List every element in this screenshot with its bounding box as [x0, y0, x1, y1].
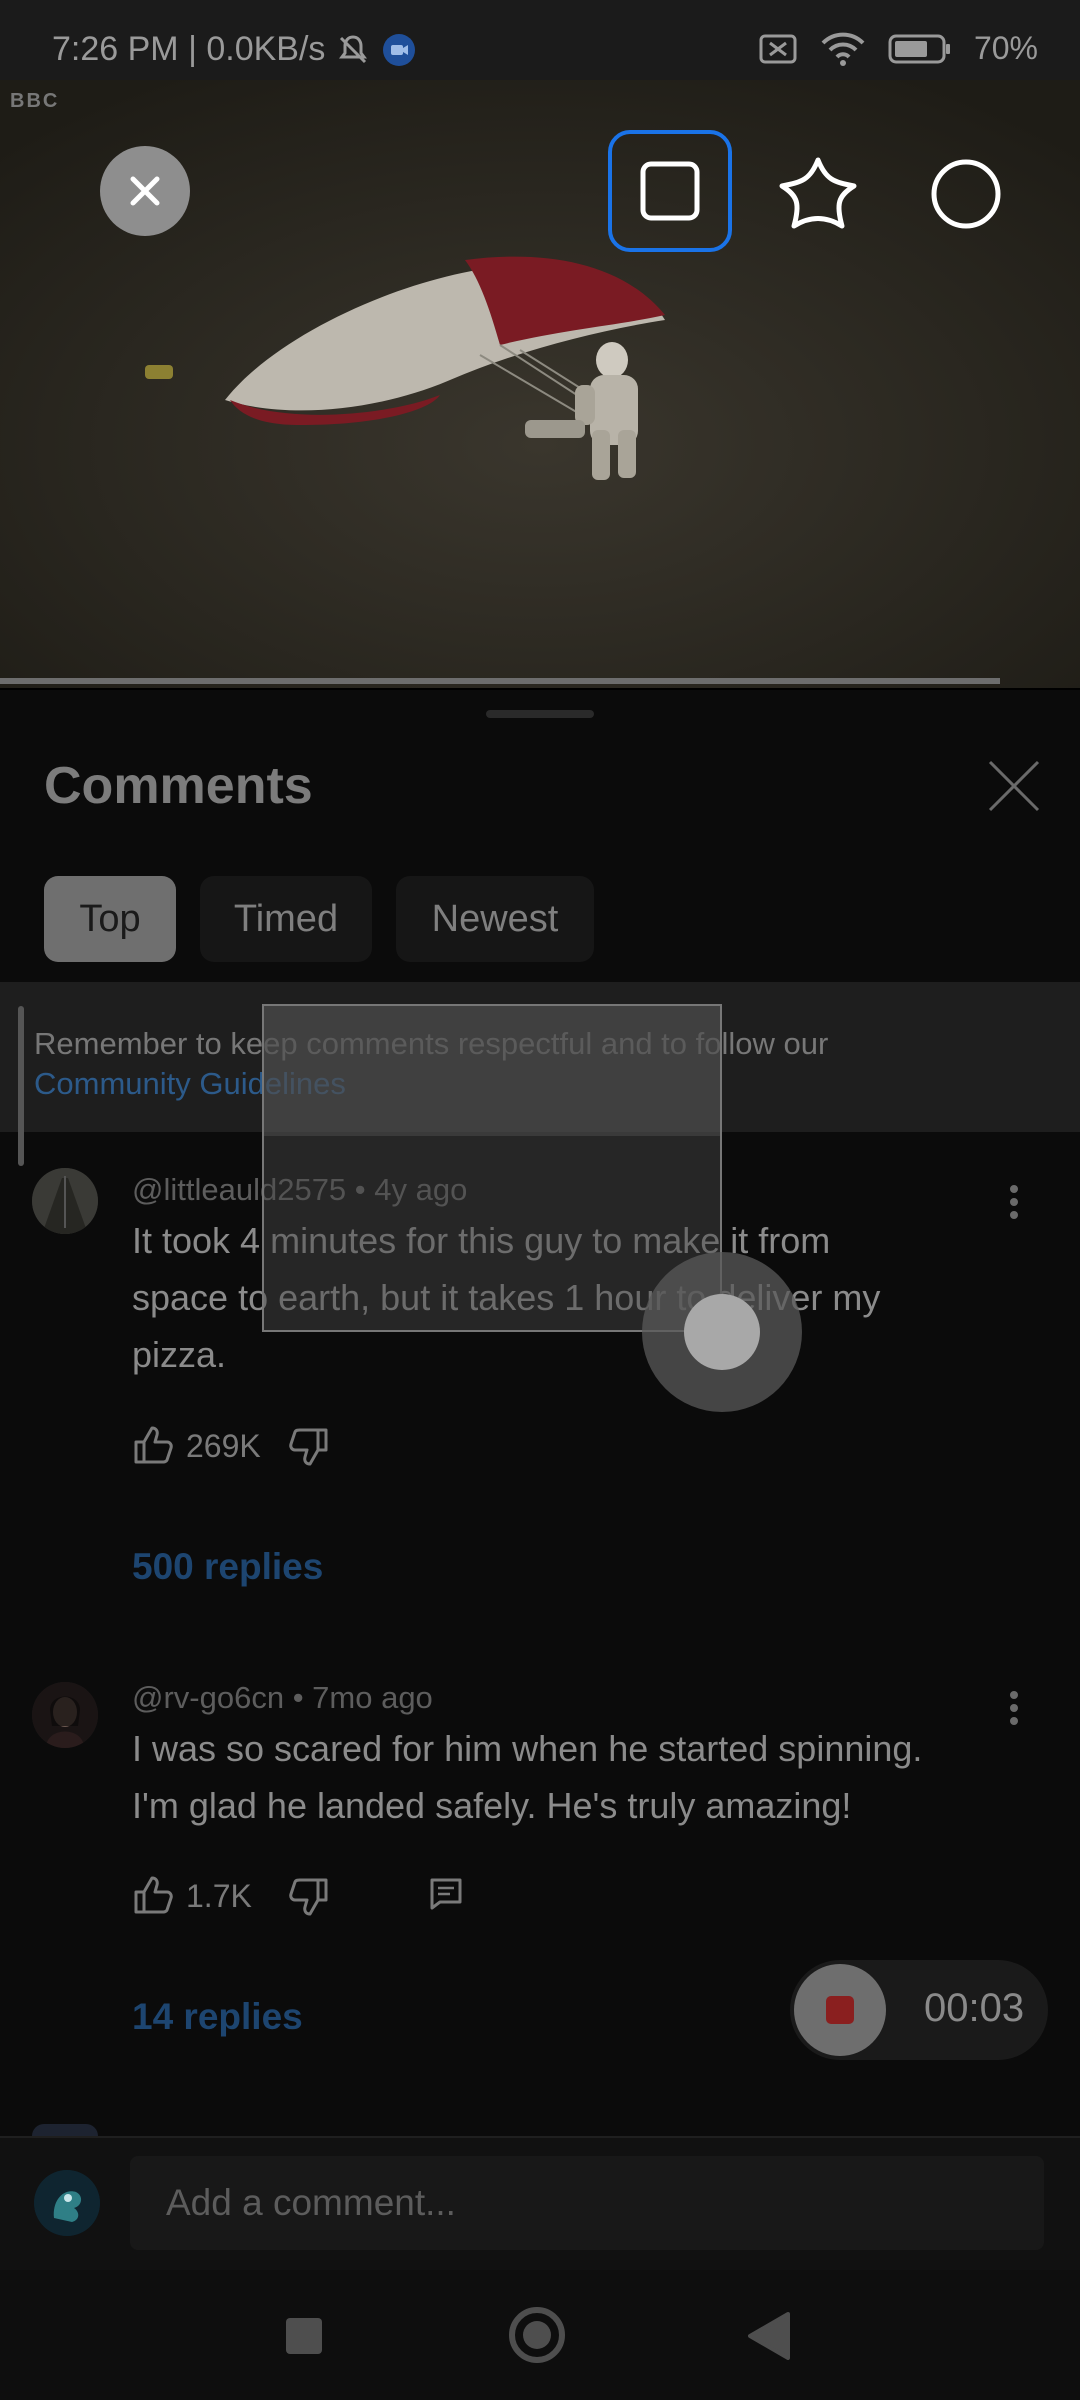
thumbs-down-icon — [289, 1878, 328, 1916]
wifi-icon — [821, 32, 865, 66]
status-time: 7:26 PM | 0.0KB/s — [52, 30, 326, 68]
dislike-button[interactable] — [288, 1876, 330, 1923]
comment-menu-button[interactable] — [1006, 1690, 1022, 1731]
like-button[interactable] — [132, 1874, 174, 1921]
star-blob-icon — [779, 157, 857, 229]
circle-icon — [931, 159, 1001, 229]
thumbs-up-icon — [134, 1876, 173, 1914]
bell-muted-icon — [339, 34, 368, 63]
stop-icon — [826, 1996, 854, 2024]
back-triangle-icon — [748, 2312, 790, 2360]
selection-rectangle-header — [264, 1006, 720, 1136]
battery-percent: 70% — [973, 30, 1038, 66]
screen-record-icon — [383, 33, 416, 66]
shape-circle-button[interactable] — [928, 156, 1004, 232]
comment-icon — [430, 1878, 462, 1910]
more-vert-icon — [1010, 1691, 1018, 1725]
replies-link[interactable]: 14 replies — [132, 1996, 303, 2038]
recents-button[interactable] — [284, 2316, 324, 2361]
comment-meta: @rv-go6cn • 7mo ago — [132, 1680, 433, 1715]
comments-title: Comments — [44, 757, 313, 815]
no-sim-icon — [759, 34, 797, 63]
back-button[interactable] — [748, 2312, 790, 2365]
close-icon — [130, 176, 160, 206]
status-right: 70% — [758, 30, 1038, 67]
avatar-image — [32, 1682, 98, 1748]
video-watermark: BBC — [10, 90, 60, 112]
status-bar: 7:26 PM | 0.0KB/s 70% — [0, 0, 1080, 80]
shape-star-button[interactable] — [776, 154, 860, 234]
avatar-image — [32, 1168, 98, 1234]
avatar-image — [34, 2170, 100, 2236]
comment-menu-button[interactable] — [1006, 1184, 1022, 1225]
avatar[interactable] — [32, 1682, 98, 1748]
filter-chip-timed[interactable]: Timed — [200, 876, 372, 962]
comment-line: I'm glad he landed safely. He's truly am… — [132, 1785, 852, 1826]
video-progress-bar[interactable] — [0, 678, 1000, 684]
close-comments-button[interactable] — [986, 758, 1042, 814]
home-circle-icon — [509, 2307, 565, 2363]
like-count: 1.7K — [186, 1878, 252, 1914]
filter-chip-newest[interactable]: Newest — [396, 876, 594, 962]
close-icon — [988, 760, 1040, 812]
status-left: 7:26 PM | 0.0KB/s — [52, 30, 417, 69]
square-nav-icon — [286, 2318, 322, 2354]
user-avatar[interactable] — [34, 2170, 100, 2236]
more-vert-icon — [1010, 1185, 1018, 1219]
comment-line: I was so scared for him when he started … — [132, 1728, 923, 1769]
thumbs-up-icon — [134, 1426, 173, 1464]
recorder-close-button[interactable] — [100, 146, 190, 236]
like-button[interactable] — [132, 1424, 174, 1471]
touch-indicator-dot — [684, 1294, 760, 1370]
like-count: 269K — [186, 1428, 261, 1464]
drag-handle[interactable] — [486, 710, 594, 718]
recording-timer: 00:03 — [924, 1986, 1025, 2030]
avatar[interactable] — [32, 1168, 98, 1234]
dislike-button[interactable] — [288, 1426, 330, 1473]
replies-link[interactable]: 500 replies — [132, 1546, 323, 1588]
filter-chip-top[interactable]: Top — [44, 876, 176, 962]
battery-icon — [888, 34, 950, 63]
home-button[interactable] — [508, 2306, 566, 2369]
comment-input-placeholder: Add a comment... — [166, 2182, 456, 2223]
square-icon — [640, 161, 700, 221]
comment-text: I was so scared for him when he started … — [132, 1720, 922, 1834]
reply-button[interactable] — [428, 1876, 464, 1917]
next-comment-avatar — [32, 2124, 98, 2136]
scroll-indicator — [18, 1006, 24, 1166]
thumbs-down-icon — [289, 1428, 328, 1466]
shape-square-button[interactable] — [608, 130, 732, 252]
